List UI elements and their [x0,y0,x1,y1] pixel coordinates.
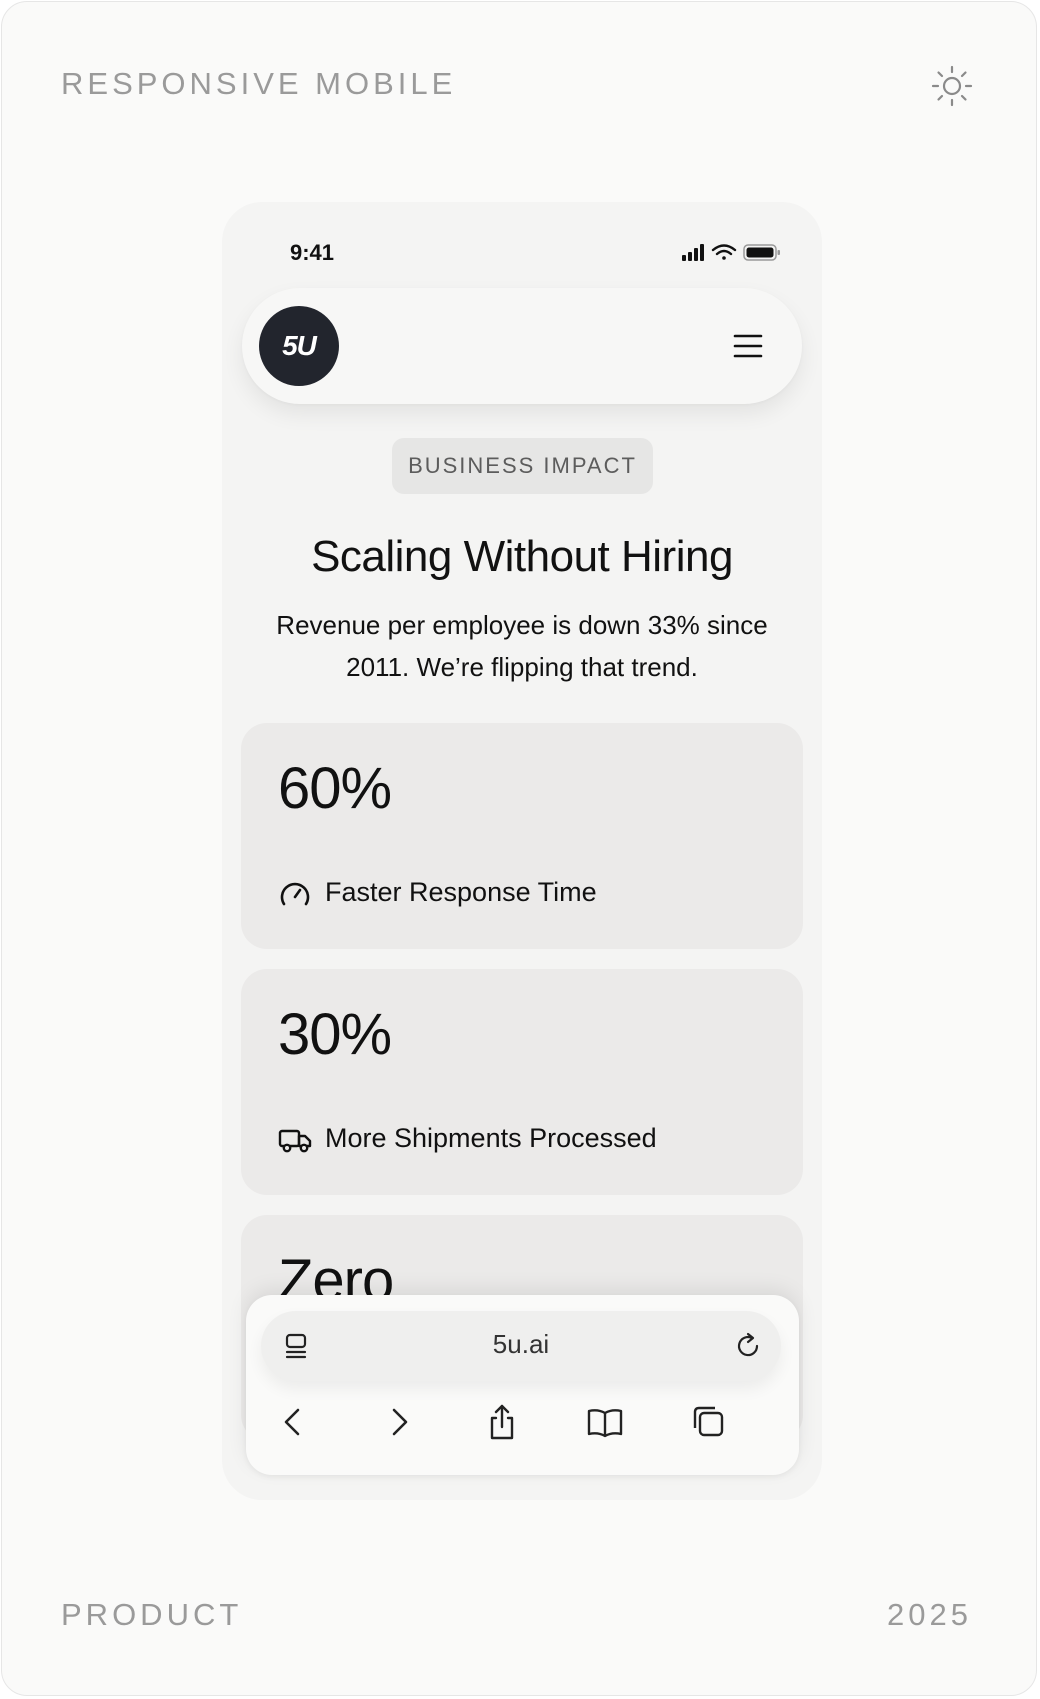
back-icon[interactable] [274,1403,312,1441]
subtitle-line-2: 2011. We’re flipping that trend. [346,652,698,682]
bookmarks-icon[interactable] [586,1403,624,1441]
hamburger-menu-icon[interactable] [732,330,764,362]
subtitle-line-1: Revenue per employee is down 33% since [276,610,768,640]
browser-toolbar: 5u.ai [246,1295,799,1475]
footer-left-label: PRODUCT [61,1597,243,1632]
signal-icon [682,244,704,261]
section-badge: BUSINESS IMPACT [392,438,653,494]
showcase-frame: RESPONSIVE MOBILE 9:41 5U BUSINESS IMPAC… [1,1,1037,1696]
status-time: 9:41 [290,240,335,265]
forward-icon[interactable] [380,1403,418,1441]
top-navbar: 5U [242,288,802,404]
stat-label: More Shipments Processed [325,1123,657,1153]
wifi-icon [711,244,737,260]
stat-card: 30% More Shipments Processed [241,969,803,1195]
gauge-icon [280,882,310,906]
section-subtitle: Revenue per employee is down 33% since 2… [252,604,792,688]
brand-logo[interactable]: 5U [259,306,339,386]
stat-label: Faster Response Time [325,877,597,907]
stat-card: 60% Faster Response Time [241,723,803,949]
battery-icon [743,244,780,261]
share-icon[interactable] [483,1403,521,1441]
reload-icon[interactable] [733,1331,763,1361]
category-label: RESPONSIVE MOBILE [61,66,457,101]
stat-value: 60% [278,756,392,821]
stat-value: 30% [278,1002,392,1067]
phone-mockup: 9:41 5U BUSINESS IMPACT Scaling Without … [222,202,822,1500]
truck-icon [278,1129,312,1153]
address-bar[interactable]: 5u.ai [261,1311,781,1381]
tabs-icon[interactable] [689,1403,727,1441]
sun-icon[interactable] [930,64,974,108]
section-title: Scaling Without Hiring [311,532,733,581]
footer-year: 2025 [887,1597,972,1632]
status-icons [682,242,782,269]
url-text[interactable]: 5u.ai [261,1329,781,1360]
